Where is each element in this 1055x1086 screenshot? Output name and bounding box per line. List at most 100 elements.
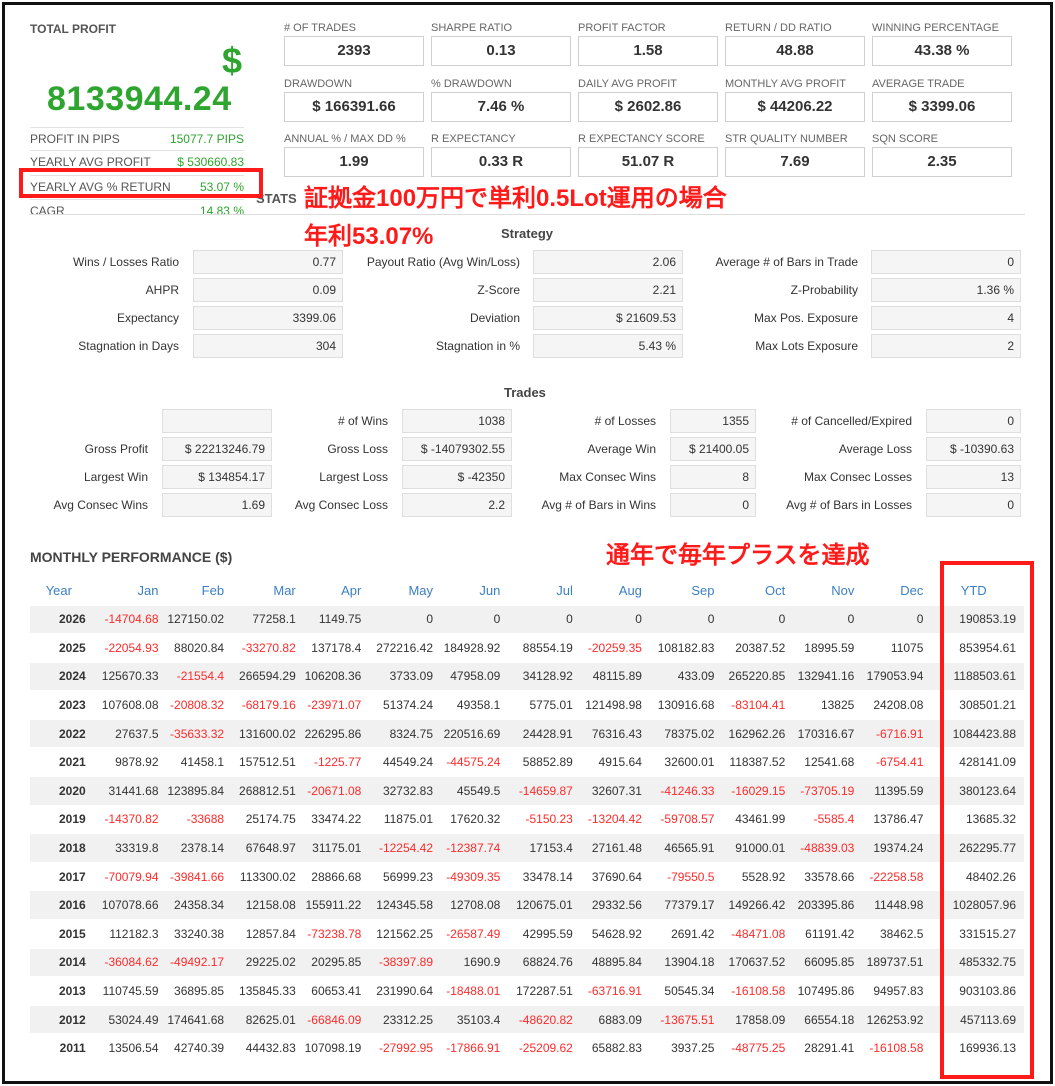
month-cell: 120675.01 bbox=[506, 890, 579, 920]
month-cell: -48775.25 bbox=[720, 1033, 792, 1063]
month-cell: -13204.42 bbox=[578, 804, 648, 834]
summary-value: 15077.7 PIPS bbox=[169, 132, 244, 146]
table-row: 2015 112182.3 33240.38 12857.84 -73238.78 121… bbox=[30, 919, 1024, 949]
month-cell: 265220.85 bbox=[720, 661, 792, 691]
metric-str-quality: STR QUALITY NUMBER 7.69 bbox=[725, 131, 865, 177]
metric-label: ANNUAL % / MAX DD % bbox=[284, 133, 406, 145]
month-cell: -16108.58 bbox=[720, 976, 792, 1006]
month-cell: 47958.09 bbox=[439, 661, 507, 691]
metric-label: R EXPECTANCY bbox=[431, 133, 516, 145]
month-cell: 33474.22 bbox=[301, 804, 368, 834]
month-cell: 170316.67 bbox=[791, 718, 861, 748]
metric-label: WINNING PERCENTAGE bbox=[872, 22, 999, 34]
month-cell: 33478.14 bbox=[506, 861, 579, 891]
month-cell: 0 bbox=[506, 604, 579, 634]
table-row: 2017 -70079.94 -39841.66 113300.02 28866.68 5… bbox=[30, 861, 1024, 891]
metric-value: 7.46 % bbox=[431, 92, 571, 122]
month-cell: 32732.83 bbox=[367, 776, 439, 806]
trades-value: 0 bbox=[670, 493, 756, 517]
month-cell: 155911.22 bbox=[301, 890, 368, 920]
table-row: 2019 -14370.82 -33688 25174.75 33474.22 11875… bbox=[30, 804, 1024, 834]
month-cell: -20259.35 bbox=[578, 633, 648, 663]
strategy-label: Stagnation in Days bbox=[78, 339, 179, 353]
strategy-title: Strategy bbox=[501, 226, 554, 241]
metric-sharpe: SHARPE RATIO 0.13 bbox=[431, 20, 571, 66]
trades-title: Trades bbox=[504, 385, 546, 400]
month-cell: 113300.02 bbox=[230, 861, 302, 891]
month-cell: 1690.9 bbox=[439, 947, 507, 977]
month-cell: 135845.33 bbox=[230, 976, 302, 1006]
month-cell: -12387.74 bbox=[439, 833, 507, 863]
monthly-col-year: Year bbox=[45, 583, 72, 599]
year-cell: 2014 bbox=[30, 947, 94, 977]
metric-daily-avg: DAILY AVG PROFIT $ 2602.86 bbox=[578, 76, 718, 122]
strategy-value: 3399.06 bbox=[193, 306, 343, 330]
month-cell: 33240.38 bbox=[164, 919, 231, 949]
month-cell: 106208.36 bbox=[301, 661, 368, 691]
trades-label: # of Wins bbox=[337, 414, 388, 428]
month-cell: 25174.75 bbox=[230, 804, 302, 834]
metric-r-expectancy-score: R EXPECTANCY SCORE 51.07 R bbox=[578, 131, 718, 177]
metric-value: $ 2602.86 bbox=[578, 92, 718, 122]
month-cell: -17866.91 bbox=[439, 1033, 507, 1063]
metric-monthly-avg: MONTHLY AVG PROFIT $ 44206.22 bbox=[725, 76, 865, 122]
year-cell: 2016 bbox=[30, 890, 94, 920]
month-cell: 12708.08 bbox=[439, 890, 507, 920]
year-cell: 2017 bbox=[30, 861, 94, 891]
month-cell: -16108.58 bbox=[860, 1033, 930, 1063]
month-cell: 82625.01 bbox=[230, 1004, 302, 1034]
metric-profit-factor: PROFIT FACTOR 1.58 bbox=[578, 20, 718, 66]
trades-label: Max Consec Wins bbox=[559, 470, 656, 484]
metric-label: PROFIT FACTOR bbox=[578, 22, 666, 34]
month-cell: -22258.58 bbox=[860, 861, 930, 891]
month-cell: 46565.91 bbox=[647, 833, 721, 863]
month-cell: 149266.42 bbox=[720, 890, 792, 920]
month-cell: 0 bbox=[578, 604, 648, 634]
month-cell: 88554.19 bbox=[506, 633, 579, 663]
metric-value: 7.69 bbox=[725, 147, 865, 177]
month-cell: 131600.02 bbox=[230, 718, 302, 748]
month-cell: -6754.41 bbox=[860, 747, 930, 777]
trades-label: Gross Loss bbox=[327, 442, 388, 456]
trades-value: 13 bbox=[926, 465, 1021, 489]
annotation-yearly-plus: 通年で毎年プラスを達成 bbox=[606, 542, 870, 569]
strategy-label: Max Pos. Exposure bbox=[753, 311, 858, 325]
month-cell: 27637.5 bbox=[93, 718, 165, 748]
table-row: 2024 125670.33 -21554.4 266594.29 106208.36 3… bbox=[30, 661, 1024, 691]
monthly-col-nov: Nov bbox=[831, 583, 855, 599]
month-cell: 174641.68 bbox=[164, 1004, 231, 1034]
month-cell: -66846.09 bbox=[301, 1004, 368, 1034]
table-row: 2011 13506.54 42740.39 44432.83 107098.19 -27… bbox=[30, 1033, 1024, 1063]
trades-label: Average Loss bbox=[838, 442, 912, 456]
strategy-value: 5.43 % bbox=[533, 334, 683, 358]
strategy-label: Max Lots Exposure bbox=[755, 339, 858, 353]
month-cell: 118387.52 bbox=[720, 747, 792, 777]
metric-label: SQN SCORE bbox=[872, 133, 939, 145]
month-cell: 44432.83 bbox=[230, 1033, 302, 1063]
year-cell: 2021 bbox=[30, 747, 94, 777]
year-cell: 2024 bbox=[30, 661, 94, 691]
month-cell: 12158.08 bbox=[230, 890, 302, 920]
strategy-label: AHPR bbox=[145, 283, 179, 297]
month-cell: 34128.92 bbox=[506, 661, 579, 691]
month-cell: -5150.23 bbox=[506, 804, 579, 834]
month-cell: 231990.64 bbox=[367, 976, 439, 1006]
month-cell: 12541.68 bbox=[791, 747, 861, 777]
metric-value: 0.13 bbox=[431, 36, 571, 66]
month-cell: 60653.41 bbox=[301, 976, 368, 1006]
month-cell: 42995.59 bbox=[506, 919, 579, 949]
month-cell: 23312.25 bbox=[367, 1004, 439, 1034]
month-cell: -27992.95 bbox=[367, 1033, 439, 1063]
monthly-body: 2026 -14704.68 127150.02 77258.1 1149.75 0 0 0 0… bbox=[30, 604, 1024, 1063]
month-cell: 5775.01 bbox=[506, 690, 579, 720]
summary-label: PROFIT IN PIPS bbox=[30, 132, 120, 146]
monthly-col-aug: Aug bbox=[618, 583, 642, 599]
strategy-value: $ 21609.53 bbox=[533, 306, 683, 330]
trades-value: $ 22213246.79 bbox=[162, 437, 272, 461]
month-cell: 36895.85 bbox=[164, 976, 231, 1006]
month-cell: 127150.02 bbox=[164, 604, 231, 634]
metric-label: STR QUALITY NUMBER bbox=[725, 133, 848, 145]
month-cell: -70079.94 bbox=[93, 861, 165, 891]
metric-value: 48.88 bbox=[725, 36, 865, 66]
month-cell: 130916.68 bbox=[647, 690, 721, 720]
